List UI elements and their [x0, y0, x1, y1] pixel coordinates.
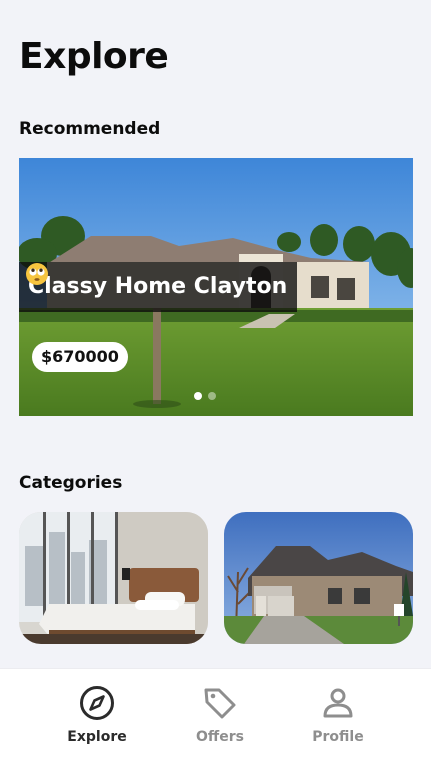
featured-property-title: Classy Home Clayton: [19, 262, 298, 312]
bedroom-photo: [19, 512, 208, 644]
user-icon: [323, 688, 353, 718]
carousel-indicator[interactable]: [194, 392, 216, 400]
featured-property-title-text: Classy Home Clayton: [28, 274, 288, 299]
page-title: Explore: [19, 36, 169, 77]
house-exterior-photo: [224, 512, 413, 644]
featured-property-card[interactable]: Classy Home Clayton $670000: [19, 158, 413, 416]
recommended-section-title: Recommended: [19, 119, 161, 139]
featured-property-price: $670000: [32, 342, 128, 372]
category-card-bedroom[interactable]: [19, 512, 208, 644]
nav-label-profile: Profile: [312, 729, 364, 745]
category-card-house[interactable]: [224, 512, 413, 644]
face-with-rolling-eyes-emoji-icon: [26, 263, 48, 285]
categories-section-title: Categories: [19, 473, 123, 493]
bottom-navigation: Explore Offers Profile: [0, 668, 431, 764]
carousel-dot-active[interactable]: [194, 392, 202, 400]
nav-item-explore[interactable]: Explore: [47, 685, 147, 745]
nav-label-explore: Explore: [67, 729, 127, 745]
carousel-dot[interactable]: [208, 392, 216, 400]
nav-item-profile[interactable]: Profile: [288, 685, 388, 745]
tag-icon: [204, 688, 236, 719]
compass-icon: [80, 686, 114, 720]
nav-label-offers: Offers: [196, 729, 244, 745]
nav-item-offers[interactable]: Offers: [170, 685, 270, 745]
